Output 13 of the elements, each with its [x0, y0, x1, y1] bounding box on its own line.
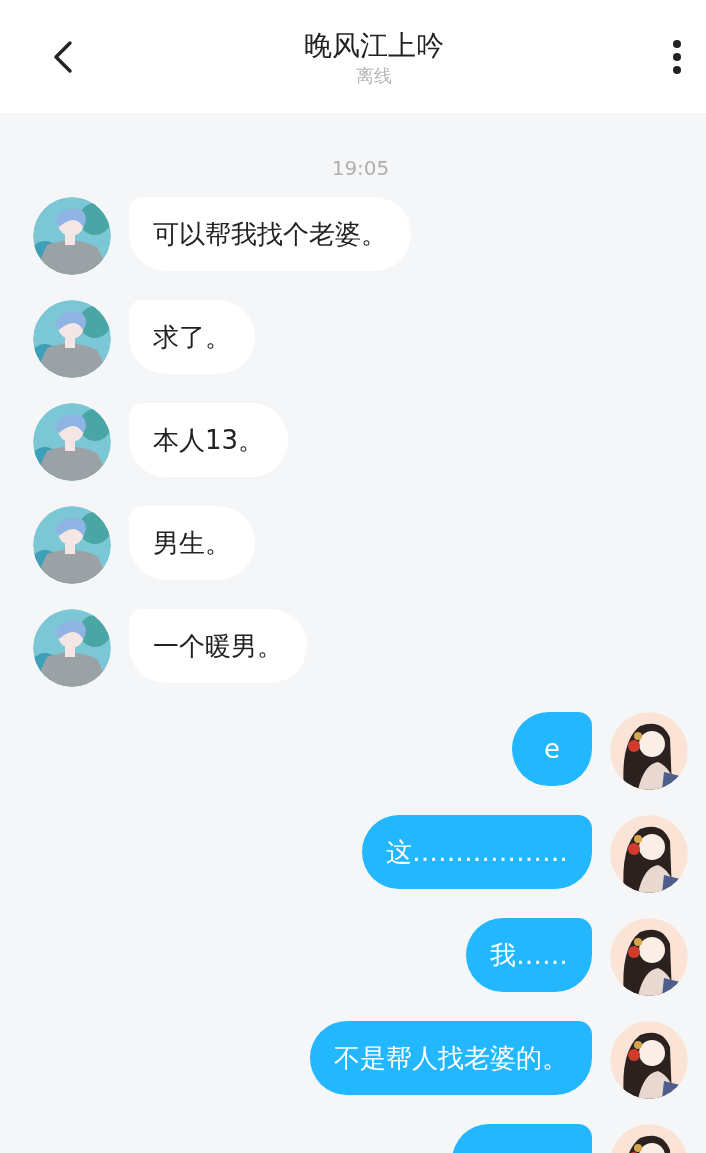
message-bubble: 求了。	[129, 300, 255, 374]
timestamp: 19:05	[330, 156, 391, 180]
message-bubble: 不是帮人找老婆的。	[310, 1021, 592, 1095]
message-bubble: 可以帮我找个老婆。	[129, 197, 411, 271]
message-bubble: 男生。	[129, 506, 255, 580]
message-bubble: 一个暖男。	[129, 609, 307, 683]
message-bubble: 本人13。	[129, 403, 289, 477]
more-icon[interactable]	[672, 39, 682, 74]
message-bubble: e	[512, 712, 592, 786]
chat-title: 晚风江上吟	[304, 27, 444, 64]
message-bubble: 我……	[466, 918, 592, 992]
message-bubble: 这………………	[362, 815, 592, 889]
status-text: 离线	[356, 63, 392, 88]
